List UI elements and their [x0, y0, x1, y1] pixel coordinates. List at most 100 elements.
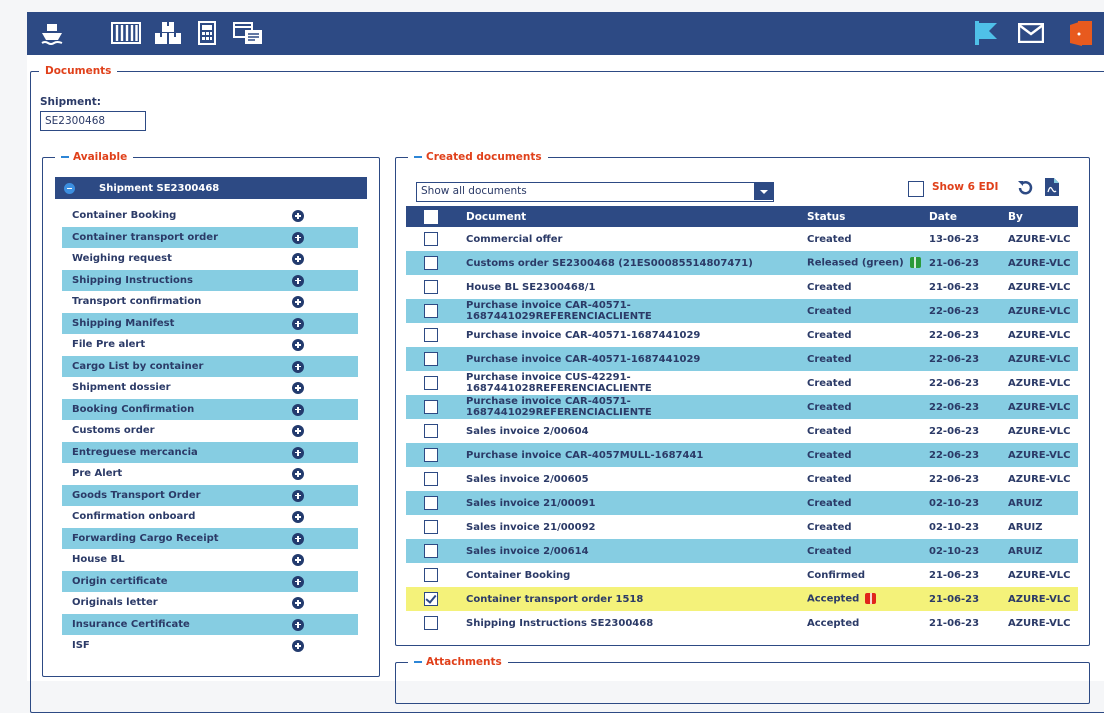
row-checkbox[interactable]: [424, 352, 438, 366]
table-row[interactable]: Purchase invoice CAR-40571-1687441029REF…: [406, 299, 1078, 323]
add-document-icon[interactable]: [292, 446, 304, 459]
row-checkbox[interactable]: [424, 496, 438, 510]
available-item[interactable]: Origin certificate: [62, 570, 358, 592]
collapse-icon[interactable]: [64, 182, 75, 194]
row-checkbox[interactable]: [424, 328, 438, 342]
available-item[interactable]: Booking Confirmation: [62, 398, 358, 420]
add-document-icon[interactable]: [292, 339, 304, 351]
row-checkbox[interactable]: [424, 304, 438, 318]
available-item[interactable]: Shipping Manifest: [62, 312, 358, 334]
add-document-icon[interactable]: [292, 468, 304, 480]
add-document-icon[interactable]: [292, 274, 304, 287]
available-item[interactable]: Forwarding Cargo Receipt: [62, 527, 358, 549]
table-row[interactable]: Container transport order 1518 Accepted 21…: [406, 587, 1078, 611]
column-by[interactable]: By: [1000, 206, 1078, 227]
document-cell[interactable]: Sales invoice 2/00614: [458, 539, 799, 563]
column-date[interactable]: Date: [921, 206, 1000, 227]
document-cell[interactable]: Sales invoice 21/00092: [458, 515, 799, 539]
add-document-icon[interactable]: [292, 210, 304, 222]
available-shipment-header[interactable]: Shipment SE2300468: [55, 177, 367, 199]
row-checkbox[interactable]: [424, 520, 438, 534]
document-cell[interactable]: Purchase invoice CUS-42291-1687441028REF…: [458, 371, 799, 395]
available-item[interactable]: Container transport order: [62, 226, 358, 248]
add-document-icon[interactable]: [292, 554, 304, 566]
row-checkbox[interactable]: [424, 400, 438, 414]
available-item[interactable]: Originals letter: [62, 592, 358, 614]
table-row[interactable]: Purchase invoice CAR-40571-1687441029 Cre…: [406, 323, 1078, 347]
add-document-icon[interactable]: [292, 597, 304, 609]
document-cell[interactable]: Container transport order 1518: [458, 587, 799, 611]
add-document-icon[interactable]: [292, 317, 304, 330]
table-row[interactable]: Shipping Instructions SE2300468 Accepted 2…: [406, 611, 1078, 635]
add-document-icon[interactable]: [292, 296, 304, 308]
document-cell[interactable]: Customs order SE2300468 (21ES00085514807…: [458, 251, 799, 275]
ship-icon[interactable]: [39, 20, 65, 46]
row-checkbox[interactable]: [424, 448, 438, 462]
row-checkbox[interactable]: [424, 544, 438, 558]
select-all-checkbox[interactable]: [424, 209, 438, 224]
available-item[interactable]: ISF: [62, 635, 358, 657]
table-row[interactable]: Customs order SE2300468 (21ES00085514807…: [406, 251, 1078, 275]
chevron-down-icon[interactable]: [754, 183, 773, 200]
document-cell[interactable]: Purchase invoice CAR-40571-1687441029: [458, 347, 799, 371]
mail-icon[interactable]: [1017, 20, 1045, 46]
available-item[interactable]: File Pre alert: [62, 334, 358, 356]
boxes-icon[interactable]: [153, 20, 183, 46]
available-item[interactable]: Container Booking: [62, 205, 358, 227]
available-item[interactable]: Confirmation onboard: [62, 506, 358, 528]
table-row[interactable]: Container Booking Confirmed 21-06-23 AZURE-…: [406, 563, 1078, 587]
available-item[interactable]: Customs order: [62, 420, 358, 442]
document-cell[interactable]: Purchase invoice CAR-4057MULL-1687441: [458, 443, 799, 467]
row-checkbox[interactable]: [424, 256, 438, 270]
row-checkbox[interactable]: [424, 376, 438, 390]
table-row[interactable]: Purchase invoice CAR-40571-1687441029 Cre…: [406, 347, 1078, 371]
add-document-icon[interactable]: [292, 489, 304, 502]
add-document-icon[interactable]: [292, 618, 304, 631]
available-item[interactable]: Entreguese mercancia: [62, 441, 358, 463]
available-item[interactable]: Insurance Certificate: [62, 613, 358, 635]
document-filter-select[interactable]: Show all documents: [416, 182, 774, 202]
table-row[interactable]: Commercial offer Created 13-06-23 AZURE-VLC: [406, 227, 1078, 251]
table-row[interactable]: Purchase invoice CAR-4057MULL-1687441 Cre…: [406, 443, 1078, 467]
table-row[interactable]: House BL SE2300468/1 Created 21-06-23 AZURE…: [406, 275, 1078, 299]
table-row[interactable]: Purchase invoice CAR-40571-1687441029REF…: [406, 395, 1078, 419]
available-item[interactable]: Transport confirmation: [62, 291, 358, 313]
add-document-icon[interactable]: [292, 640, 304, 652]
available-item[interactable]: Shipping Instructions: [62, 269, 358, 291]
table-row[interactable]: Purchase invoice CUS-42291-1687441028REF…: [406, 371, 1078, 395]
row-checkbox[interactable]: [424, 616, 438, 630]
document-cell[interactable]: Sales invoice 2/00605: [458, 467, 799, 491]
available-item[interactable]: Pre Alert: [62, 463, 358, 485]
refresh-icon[interactable]: [1016, 179, 1034, 200]
available-item[interactable]: Weighing request: [62, 248, 358, 270]
document-cell[interactable]: Commercial offer: [458, 227, 799, 251]
document-cell[interactable]: Shipping Instructions SE2300468: [458, 611, 799, 635]
row-checkbox[interactable]: [424, 592, 438, 606]
calculator-icon[interactable]: [196, 20, 218, 46]
available-item[interactable]: House BL: [62, 549, 358, 571]
flag-icon[interactable]: [973, 20, 999, 46]
available-item[interactable]: Shipment dossier: [62, 377, 358, 399]
column-document[interactable]: Document: [458, 206, 799, 227]
add-document-icon[interactable]: [292, 511, 304, 523]
available-item[interactable]: Goods Transport Order: [62, 484, 358, 506]
add-document-icon[interactable]: [292, 253, 304, 265]
add-document-icon[interactable]: [292, 403, 304, 416]
row-checkbox[interactable]: [424, 568, 438, 582]
available-item[interactable]: Cargo List by container: [62, 355, 358, 377]
table-row[interactable]: Sales invoice 2/00604 Created 22-06-23 AZUR…: [406, 419, 1078, 443]
row-checkbox[interactable]: [424, 232, 438, 246]
add-document-icon[interactable]: [292, 425, 304, 437]
document-cell[interactable]: Purchase invoice CAR-40571-1687441029: [458, 323, 799, 347]
add-document-icon[interactable]: [292, 231, 304, 244]
add-document-icon[interactable]: [292, 382, 304, 394]
exit-icon[interactable]: [1067, 20, 1095, 46]
document-cell[interactable]: House BL SE2300468/1: [458, 275, 799, 299]
document-cell[interactable]: Purchase invoice CAR-40571-1687441029REF…: [458, 395, 799, 419]
row-checkbox[interactable]: [424, 424, 438, 438]
shipment-input[interactable]: SE2300468: [40, 111, 146, 131]
add-document-icon[interactable]: [292, 360, 304, 373]
document-cell[interactable]: Purchase invoice CAR-40571-1687441029REF…: [458, 299, 799, 323]
table-row[interactable]: Sales invoice 2/00605 Created 22-06-23 AZUR…: [406, 467, 1078, 491]
documents-icon[interactable]: [232, 20, 264, 46]
